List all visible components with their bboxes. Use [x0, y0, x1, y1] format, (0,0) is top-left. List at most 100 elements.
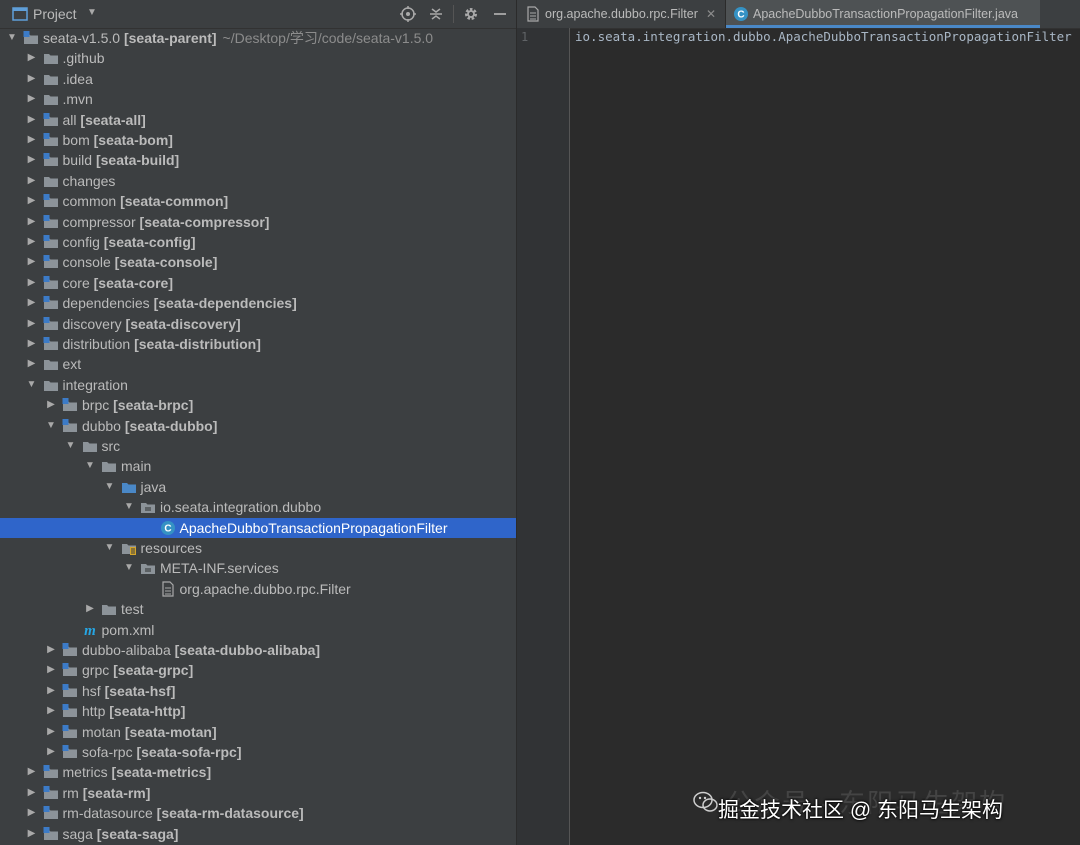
collapsed-arrow-icon[interactable]: ▶ — [45, 726, 57, 738]
tree-item[interactable]: ▶ brpc [seata-brpc] — [0, 395, 516, 415]
tree-item-module-name: [seata-grpc] — [113, 662, 194, 678]
tree-item[interactable]: ▶ bom [seata-bom] — [0, 130, 516, 150]
tree-item[interactable]: ▶ test — [0, 599, 516, 619]
collapsed-arrow-icon[interactable]: ▶ — [26, 297, 38, 309]
line-number-gutter: 1 — [517, 28, 570, 845]
tree-item[interactable]: ▶ discovery [seata-discovery] — [0, 314, 516, 334]
tree-item[interactable]: ▼ io.seata.integration.dubbo — [0, 497, 516, 517]
tree-item[interactable]: org.apache.dubbo.rpc.Filter — [0, 579, 516, 599]
collapsed-arrow-icon[interactable]: ▶ — [45, 705, 57, 717]
tree-item[interactable]: ▶ hsf [seata-hsf] — [0, 681, 516, 701]
gear-icon[interactable] — [463, 6, 479, 22]
tree-item[interactable]: ▶ core [seata-core] — [0, 273, 516, 293]
expanded-arrow-icon[interactable]: ▼ — [6, 32, 18, 44]
tree-item-selected[interactable]: C ApacheDubboTransactionPropagationFilter — [0, 518, 516, 538]
tree-item[interactable]: ▼ resources — [0, 538, 516, 558]
close-tab-icon[interactable]: ✕ — [706, 0, 716, 28]
module-folder-icon — [43, 296, 58, 309]
minimize-icon[interactable] — [492, 6, 508, 22]
tree-item[interactable]: ▼ java — [0, 477, 516, 497]
tree-item-label: config [seata-config] — [63, 232, 196, 252]
tree-item[interactable]: ▼ integration — [0, 375, 516, 395]
tree-item[interactable]: ▶ metrics [seata-metrics] — [0, 762, 516, 782]
collapsed-arrow-icon[interactable]: ▶ — [26, 358, 38, 370]
tree-item-label: motan [seata-motan] — [82, 722, 217, 742]
tree-item-name: http — [82, 703, 106, 719]
collapsed-arrow-icon[interactable]: ▶ — [26, 114, 38, 126]
collapsed-arrow-icon[interactable]: ▶ — [26, 175, 38, 187]
collapsed-arrow-icon[interactable]: ▶ — [26, 807, 38, 819]
tree-item-label: metrics [seata-metrics] — [63, 762, 212, 782]
code-line[interactable]: io.seata.integration.dubbo.ApacheDubboTr… — [575, 28, 1072, 46]
collapsed-arrow-icon[interactable]: ▶ — [45, 664, 57, 676]
locate-target-icon[interactable] — [400, 6, 416, 22]
expanded-arrow-icon[interactable]: ▼ — [123, 501, 135, 513]
collapsed-arrow-icon[interactable]: ▶ — [84, 603, 96, 615]
collapsed-arrow-icon[interactable]: ▶ — [26, 73, 38, 85]
tab-filter-file[interactable]: org.apache.dubbo.rpc.Filter ✕ — [517, 0, 726, 28]
collapsed-arrow-icon[interactable]: ▶ — [26, 277, 38, 289]
tree-item[interactable]: ▶ common [seata-common] — [0, 191, 516, 211]
tree-item[interactable]: ▶ console [seata-console] — [0, 252, 516, 272]
tree-item[interactable]: ▶ config [seata-config] — [0, 232, 516, 252]
tree-item[interactable]: ▶ .mvn — [0, 89, 516, 109]
expanded-arrow-icon[interactable]: ▼ — [45, 420, 57, 432]
tree-item[interactable]: ▶ build [seata-build] — [0, 150, 516, 170]
expanded-arrow-icon[interactable]: ▼ — [65, 440, 77, 452]
collapsed-arrow-icon[interactable]: ▶ — [45, 746, 57, 758]
tree-item[interactable]: ▼ META-INF.services — [0, 558, 516, 578]
tree-item[interactable]: ▶ rm [seata-rm] — [0, 783, 516, 803]
collapsed-arrow-icon[interactable]: ▶ — [26, 134, 38, 146]
collapsed-arrow-icon[interactable]: ▶ — [26, 52, 38, 64]
tree-item[interactable]: ▼ seata-v1.5.0 [seata-parent] ~/Desktop/学习… — [0, 28, 516, 48]
tree-item-label: console [seata-console] — [63, 252, 218, 272]
tree-item[interactable]: ▶ distribution [seata-distribution] — [0, 334, 516, 354]
tree-item[interactable]: ▶ sofa-rpc [seata-sofa-rpc] — [0, 742, 516, 762]
tree-item[interactable]: ▶ saga [seata-saga] — [0, 824, 516, 844]
collapsed-arrow-icon[interactable]: ▶ — [26, 154, 38, 166]
tree-item-name: src — [101, 438, 121, 454]
collapsed-arrow-icon[interactable]: ▶ — [45, 685, 57, 697]
view-dropdown-icon[interactable]: ▼ — [87, 7, 97, 18]
tree-item[interactable]: ▶ rm-datasource [seata-rm-datasource] — [0, 803, 516, 823]
collapsed-arrow-icon[interactable]: ▶ — [26, 787, 38, 799]
collapsed-arrow-icon[interactable]: ▶ — [26, 256, 38, 268]
project-panel-title[interactable]: Project — [33, 6, 77, 22]
tree-item-name: discovery — [62, 316, 122, 332]
tree-item[interactable]: ▶ dubbo-alibaba [seata-dubbo-alibaba] — [0, 640, 516, 660]
collapsed-arrow-icon[interactable]: ▶ — [26, 766, 38, 778]
collapsed-arrow-icon[interactable]: ▶ — [26, 236, 38, 248]
tree-item[interactable]: ▶ ext — [0, 354, 516, 374]
collapsed-arrow-icon[interactable]: ▶ — [26, 828, 38, 840]
tree-item[interactable]: ▶ .idea — [0, 69, 516, 89]
tree-item[interactable]: ▶ motan [seata-motan] — [0, 722, 516, 742]
tree-item-label: common [seata-common] — [63, 191, 229, 211]
collapsed-arrow-icon[interactable]: ▶ — [26, 318, 38, 330]
tree-item[interactable]: ▼ dubbo [seata-dubbo] — [0, 416, 516, 436]
tree-item[interactable]: ▶ grpc [seata-grpc] — [0, 660, 516, 680]
tree-item-name: io.seata.integration.dubbo — [160, 499, 322, 515]
collapsed-arrow-icon[interactable]: ▶ — [26, 216, 38, 228]
collapsed-arrow-icon[interactable]: ▶ — [26, 338, 38, 350]
tree-item[interactable]: ▶ dependencies [seata-dependencies] — [0, 293, 516, 313]
tree-item[interactable]: ▶ compressor [seata-compressor] — [0, 212, 516, 232]
expanded-arrow-icon[interactable]: ▼ — [84, 460, 96, 472]
collapsed-arrow-icon[interactable]: ▶ — [45, 399, 57, 411]
tree-item[interactable]: ▶ .github — [0, 48, 516, 68]
tab-java-class[interactable]: C ApacheDubboTransactionPropagationFilte… — [726, 0, 1040, 28]
expanded-arrow-icon[interactable]: ▼ — [104, 481, 116, 493]
expanded-arrow-icon[interactable]: ▼ — [123, 562, 135, 574]
expanded-arrow-icon[interactable]: ▼ — [26, 379, 38, 391]
collapsed-arrow-icon[interactable]: ▶ — [26, 195, 38, 207]
tree-item[interactable]: ▶ all [seata-all] — [0, 110, 516, 130]
tree-item[interactable]: ▼ src — [0, 436, 516, 456]
tree-item[interactable]: ▼ main — [0, 456, 516, 476]
tree-item-label: distribution [seata-distribution] — [63, 334, 261, 354]
tree-item[interactable]: m pom.xml — [0, 620, 516, 640]
tree-item[interactable]: ▶ http [seata-http] — [0, 701, 516, 721]
collapsed-arrow-icon[interactable]: ▶ — [26, 93, 38, 105]
expanded-arrow-icon[interactable]: ▼ — [104, 542, 116, 554]
collapsed-arrow-icon[interactable]: ▶ — [45, 644, 57, 656]
collapse-all-icon[interactable] — [428, 6, 444, 22]
tree-item[interactable]: ▶ changes — [0, 171, 516, 191]
